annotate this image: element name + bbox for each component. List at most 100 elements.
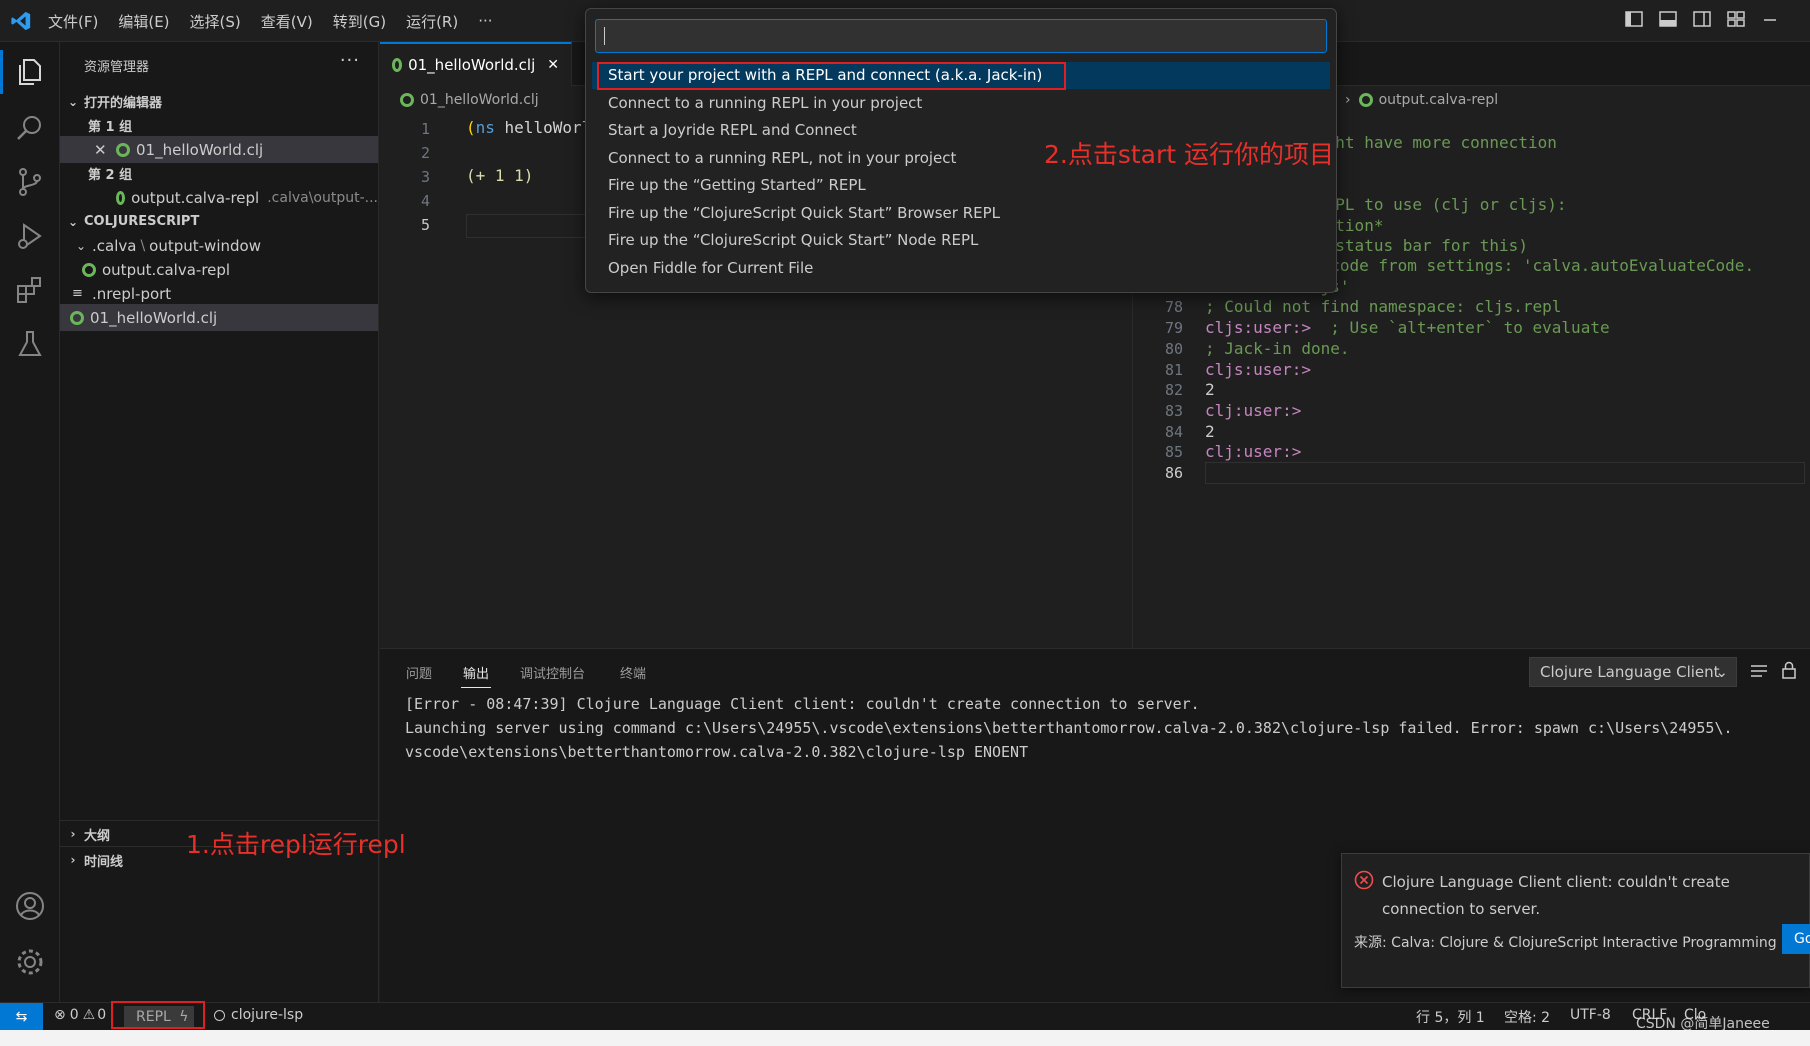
toggle-secondary-sidebar-icon[interactable]	[1692, 10, 1712, 28]
tab-output[interactable]: 输出	[460, 663, 492, 688]
repl-text: 2	[1205, 421, 1215, 441]
quick-pick-input[interactable]	[595, 19, 1327, 53]
menu-view[interactable]: 查看(V)	[261, 11, 313, 32]
menu-run[interactable]: 运行(R)	[406, 11, 458, 32]
repl-output-line[interactable]: ; Could not find namespace: cljs.repl	[1205, 297, 1561, 316]
line-number: 5	[420, 216, 430, 234]
error-icon: ⊗	[54, 1007, 66, 1023]
quick-pick-item[interactable]: Open Fiddle for Current File	[592, 255, 1330, 282]
line-number: 86	[1164, 464, 1183, 482]
account-icon[interactable]	[14, 890, 46, 922]
toggle-panel-icon[interactable]	[1658, 10, 1678, 28]
toggle-primary-sidebar-icon[interactable]	[1624, 10, 1644, 28]
run-debug-icon[interactable]	[14, 220, 46, 252]
clear-output-icon[interactable]	[1750, 663, 1768, 683]
close-icon[interactable]: ✕	[94, 141, 108, 159]
remote-indicator-icon[interactable]: ⇆	[0, 1003, 43, 1031]
code-line[interactable]: (ns helloWorl	[466, 118, 591, 137]
editor-group-2: 第 2 组	[60, 160, 378, 187]
quick-pick-item[interactable]: Fire up the “Getting Started” REPL	[592, 172, 1330, 199]
menu-file[interactable]: 文件(F)	[48, 11, 98, 32]
repl-output-line[interactable]: cljs:user:>	[1205, 360, 1311, 379]
line-number: 4	[420, 192, 430, 210]
output-line: vscode\extensions\betterthantomorrow.cal…	[405, 743, 1029, 761]
encoding[interactable]: UTF-8	[1570, 1007, 1611, 1023]
repl-output-line[interactable]: cljs:user:> ; Use `alt+enter` to evaluat…	[1205, 318, 1610, 337]
line-number: 84	[1164, 422, 1183, 441]
calva-file-icon	[400, 93, 414, 107]
open-editor-label: 01_helloWorld.clj	[136, 140, 264, 159]
menu-more[interactable]: ···	[478, 12, 492, 30]
repl-text: clj:user:>	[1205, 400, 1302, 420]
taskbar-strip	[0, 1030, 1810, 1046]
explorer-icon[interactable]	[0, 50, 46, 94]
settings-gear-icon[interactable]	[14, 946, 46, 978]
line-number: 3	[420, 168, 430, 186]
path-separator: \	[140, 237, 146, 254]
minimize-icon[interactable]	[1760, 10, 1780, 28]
line-number: 79	[1164, 319, 1183, 338]
chevron-down-icon: ⌄	[67, 214, 79, 229]
cursor-position[interactable]: 行 5，列 1	[1416, 1007, 1485, 1027]
tab-debug-console[interactable]: 调试控制台	[520, 663, 585, 682]
file-item[interactable]: 01_helloWorld.clj	[60, 304, 378, 331]
subfolder-label: output-window	[149, 236, 261, 255]
notification-go-button[interactable]: Go	[1782, 924, 1810, 954]
project-section[interactable]: ⌄ COLJURESCRIPT	[60, 208, 378, 235]
repl-output-line[interactable]: 2	[1205, 422, 1215, 441]
open-editor-item[interactable]: ✕ 01_helloWorld.clj	[60, 136, 378, 163]
repl-output-line[interactable]: clj:user:>	[1205, 442, 1301, 461]
file-item[interactable]: ≡ .nrepl-port	[60, 280, 378, 307]
repl-text: cljs:user:>	[1205, 359, 1311, 379]
open-editor-item[interactable]: output.calva-repl .calva\output-...	[60, 184, 378, 211]
quick-pick-item[interactable]: Fire up the “ClojureScript Quick Start” …	[592, 200, 1330, 227]
tab-terminal[interactable]: 终端	[620, 663, 646, 682]
extensions-icon[interactable]	[14, 274, 46, 306]
customize-layout-icon[interactable]	[1726, 10, 1746, 28]
activity-bar	[0, 42, 60, 1002]
paren: (	[466, 118, 476, 137]
folder-label: .calva	[92, 236, 137, 255]
file-item[interactable]: output.calva-repl	[60, 256, 378, 283]
calva-file-icon	[116, 142, 130, 157]
tab-helloworld[interactable]: 01_helloWorld.clj ✕	[380, 42, 572, 86]
menu-selection[interactable]: 选择(S)	[190, 11, 241, 32]
notification-message: Clojure Language Client client: couldn't…	[1382, 873, 1730, 918]
editor-group-1: 第 1 组	[60, 112, 378, 139]
breadcrumb[interactable]: › output.calva-repl	[1345, 92, 1498, 108]
folder-item[interactable]: ⌄ .calva \ output-window	[60, 232, 378, 259]
clojure-lsp-status[interactable]: clojure-lsp	[214, 1007, 303, 1023]
tab-problems[interactable]: 问题	[406, 663, 432, 682]
testing-icon[interactable]	[14, 328, 46, 360]
lock-scroll-icon[interactable]	[1781, 661, 1797, 683]
project-label: COLJURESCRIPT	[84, 214, 200, 229]
code-line[interactable]: (+ 1 1)	[466, 166, 533, 185]
quick-pick-item[interactable]: Fire up the “ClojureScript Quick Start” …	[592, 227, 1330, 254]
vscode-logo-icon	[11, 11, 31, 31]
calva-file-icon	[70, 310, 84, 325]
problems-indicator[interactable]: ⊗ 0 ⚠ 0	[54, 1007, 106, 1023]
notification-source: 来源: Calva: Clojure & ClojureScript Inter…	[1354, 935, 1777, 951]
line-number: 82	[1164, 381, 1183, 400]
indentation[interactable]: 空格: 2	[1504, 1007, 1550, 1027]
chevron-down-icon: ⌄	[1715, 663, 1728, 681]
quick-pick-item[interactable]: Connect to a running REPL in your projec…	[592, 90, 1330, 117]
repl-output-line[interactable]: ; Jack-in done.	[1205, 339, 1350, 358]
menu-go[interactable]: 转到(G)	[333, 11, 386, 32]
file-label: output.calva-repl	[102, 260, 231, 279]
source-control-icon[interactable]	[14, 166, 46, 198]
breadcrumb[interactable]: 01_helloWorld.clj	[400, 92, 539, 108]
repl-output-line[interactable]: clj:user:>	[1205, 401, 1301, 420]
menu-edit[interactable]: 编辑(E)	[118, 11, 169, 32]
tab-close-icon[interactable]: ✕	[547, 57, 559, 73]
calva-file-icon	[82, 262, 96, 277]
line-number: 81	[1164, 360, 1183, 379]
sidebar-more-button[interactable]: ···	[340, 50, 360, 71]
text-cursor	[604, 27, 605, 45]
group-label: 第 1 组	[88, 120, 133, 135]
repl-output-line[interactable]: 2	[1205, 380, 1215, 399]
line-number: 83	[1164, 401, 1183, 420]
search-icon[interactable]	[14, 112, 46, 144]
open-editors-section[interactable]: ⌄ 打开的编辑器	[60, 88, 378, 115]
output-channel-select[interactable]: Clojure Language Client ⌄	[1529, 657, 1737, 687]
